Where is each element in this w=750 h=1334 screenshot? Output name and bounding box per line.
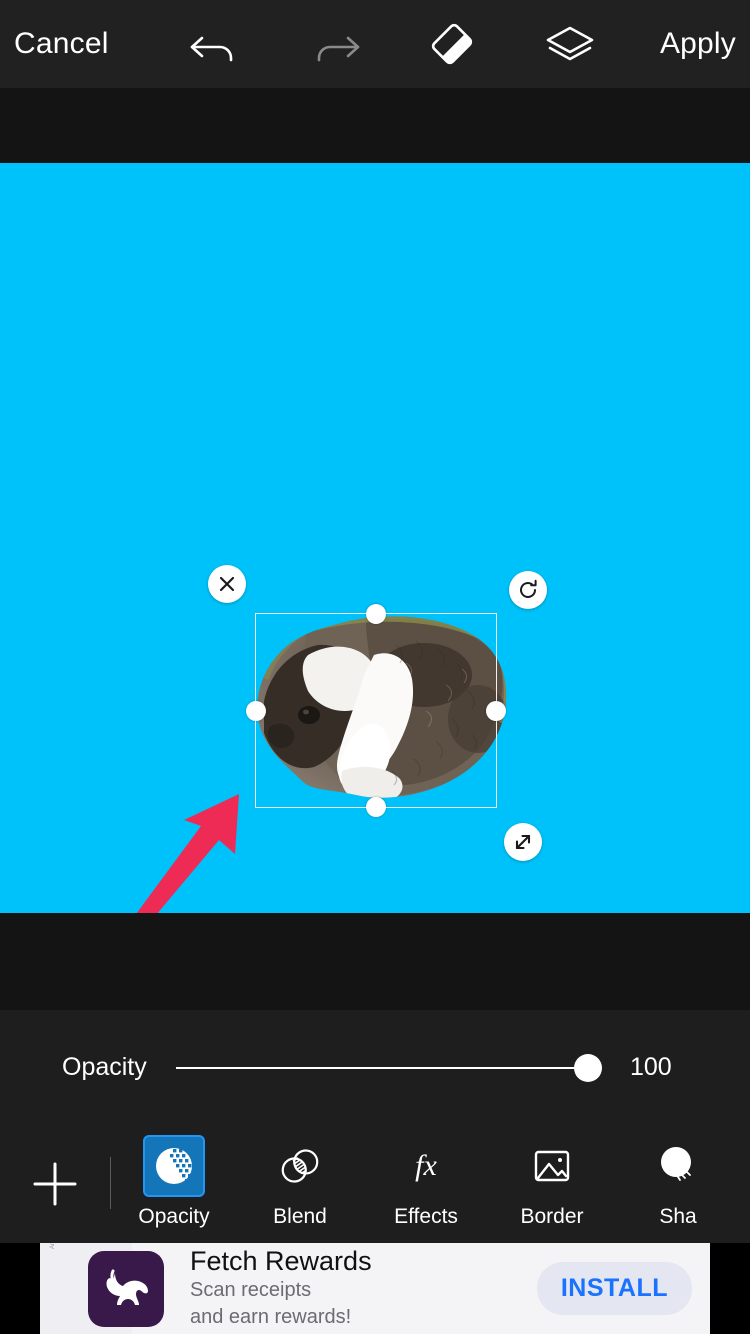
tool-border[interactable]: Border	[489, 1125, 615, 1229]
tool-blend[interactable]: Blend	[237, 1125, 363, 1229]
opacity-value: 100	[630, 1053, 710, 1082]
tool-label: Opacity	[138, 1205, 209, 1229]
pointer-arrow	[105, 768, 265, 913]
close-icon[interactable]	[208, 565, 246, 603]
ad-app-icon	[88, 1251, 164, 1327]
border-icon[interactable]	[521, 1135, 583, 1197]
blend-icon[interactable]	[269, 1135, 331, 1197]
handle-left[interactable]	[246, 701, 266, 721]
selection-bounding-box[interactable]	[255, 613, 497, 808]
tool-label: Effects	[394, 1205, 458, 1229]
install-button[interactable]: INSTALL	[537, 1262, 692, 1315]
canvas-top-letterbox	[0, 88, 750, 163]
add-layer-button[interactable]	[0, 1125, 110, 1243]
ad-subtitle-line1: Scan receipts	[190, 1278, 537, 1303]
tool-label: Sha	[659, 1205, 696, 1229]
tool-list: Opacity Blend	[111, 1125, 741, 1229]
svg-text:fx: fx	[415, 1149, 437, 1182]
tool-effects[interactable]: fx Effects	[363, 1125, 489, 1229]
opacity-slider-panel: Opacity 100	[0, 1010, 750, 1125]
rotate-icon[interactable]	[509, 571, 547, 609]
photo-editor-screen: Cancel	[0, 0, 750, 1334]
opacity-icon[interactable]	[143, 1135, 205, 1197]
handle-right[interactable]	[486, 701, 506, 721]
cancel-button[interactable]: Cancel	[14, 29, 109, 59]
handle-top[interactable]	[366, 604, 386, 624]
top-toolbar: Cancel	[0, 0, 750, 88]
canvas-bottom-letterbox	[0, 913, 750, 1010]
slider-track	[176, 1067, 594, 1069]
ad-text-block: Fetch Rewards Scan receipts and earn rew…	[190, 1247, 537, 1331]
ad-receipt-caption: Any Grocery Receipt	[50, 1243, 58, 1249]
eraser-icon[interactable]	[423, 21, 481, 67]
shadow-icon[interactable]	[647, 1135, 709, 1197]
tool-strip: Opacity Blend	[0, 1125, 750, 1243]
top-toolbar-icons	[187, 21, 599, 67]
redo-icon[interactable]	[305, 21, 363, 67]
ad-subtitle-line2: and earn rewards!	[190, 1305, 537, 1330]
apply-button[interactable]: Apply	[660, 29, 736, 59]
tool-shadow[interactable]: Sha	[615, 1125, 741, 1229]
handle-bottom[interactable]	[366, 797, 386, 817]
ad-banner[interactable]: Any Grocery Receipt Fetch Rewards Scan r…	[0, 1243, 750, 1334]
slider-thumb[interactable]	[574, 1054, 602, 1082]
resize-icon[interactable]	[504, 823, 542, 861]
ad-title: Fetch Rewards	[190, 1247, 537, 1277]
effects-icon[interactable]: fx	[395, 1135, 457, 1197]
tool-label: Blend	[273, 1205, 327, 1229]
undo-icon[interactable]	[187, 21, 245, 67]
editor-canvas[interactable]	[0, 163, 750, 913]
tool-opacity[interactable]: Opacity	[111, 1125, 237, 1229]
opacity-slider[interactable]	[176, 1048, 622, 1088]
opacity-slider-label: Opacity	[62, 1053, 166, 1082]
layers-icon[interactable]	[541, 21, 599, 67]
tool-label: Border	[520, 1205, 583, 1229]
ad-content[interactable]: Any Grocery Receipt Fetch Rewards Scan r…	[40, 1243, 710, 1334]
